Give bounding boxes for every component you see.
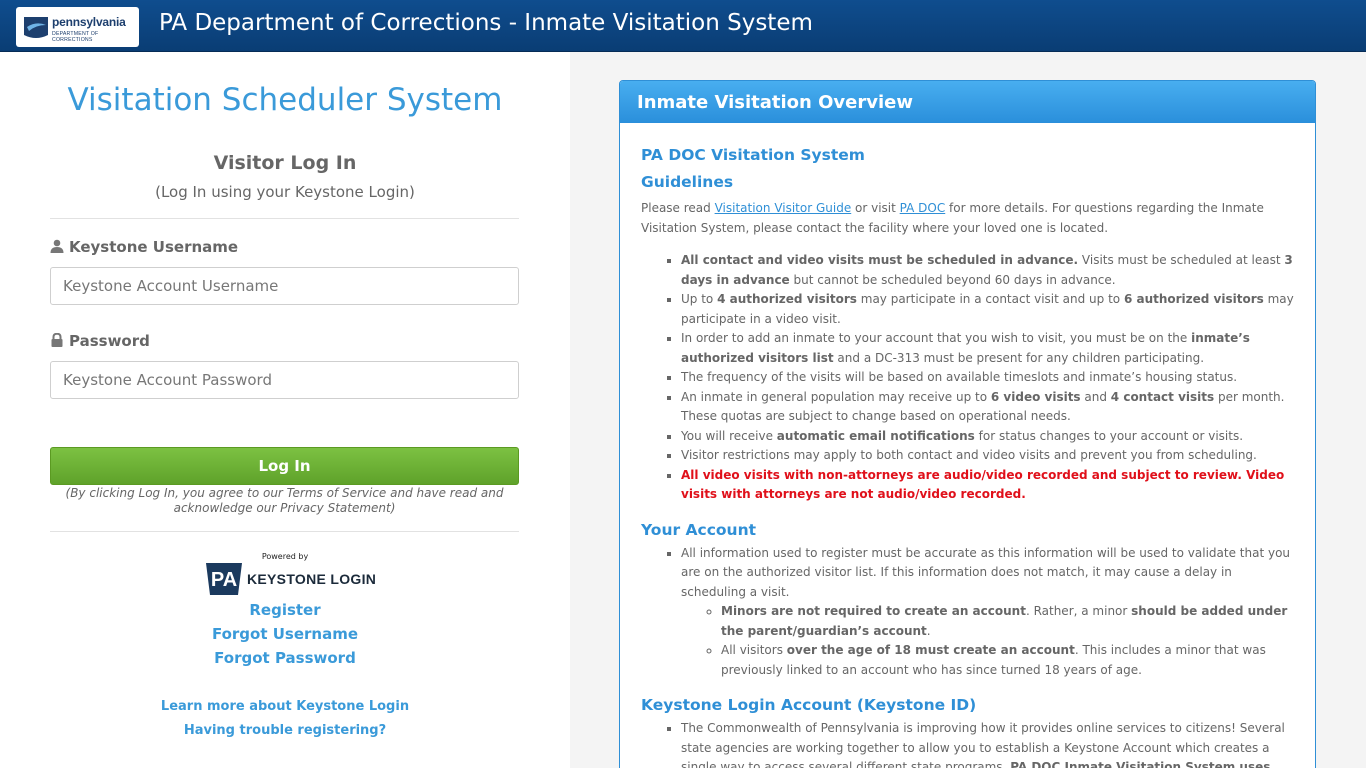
list-item: You will receive automatic email notific… <box>681 427 1295 447</box>
pennsylvania-keystone-icon <box>24 17 48 38</box>
divider <box>50 531 519 532</box>
list-item: In order to add an inmate to your accoun… <box>681 329 1295 368</box>
lock-icon <box>51 333 63 347</box>
list-item: An inmate in general population may rece… <box>681 388 1295 427</box>
password-input[interactable] <box>50 361 519 399</box>
guidelines-list: All contact and video visits must be sch… <box>641 251 1295 505</box>
top-navbar: pennsylvania DEPARTMENT OF CORRECTIONS P… <box>0 0 1366 52</box>
list-item: All information used to register must be… <box>681 544 1295 681</box>
list-item: Minors are not required to create an acc… <box>721 602 1295 641</box>
login-column: Visitation Scheduler System Visitor Log … <box>0 52 570 768</box>
intro-paragraph: Please read Visitation Visitor Guide or … <box>641 201 1264 235</box>
terms-notice: (By clicking Log In, you agree to our Te… <box>65 486 504 515</box>
overview-panel: Inmate Visitation Overview PA DOC Visita… <box>619 80 1316 768</box>
list-item: All contact and video visits must be sch… <box>681 251 1295 290</box>
list-item: All visitors over the age of 18 must cre… <box>721 641 1295 680</box>
app-title: PA Department of Corrections - Inmate Vi… <box>159 10 813 36</box>
username-label: Keystone Username <box>50 238 238 256</box>
pennsylvania-logo[interactable]: pennsylvania DEPARTMENT OF CORRECTIONS <box>16 7 139 47</box>
logo-text: pennsylvania <box>52 15 126 29</box>
overview-content: PA DOC Visitation System Guidelines Plea… <box>620 123 1315 768</box>
divider <box>50 218 519 219</box>
keystone-heading: Keystone Login Account (Keystone ID) <box>641 696 977 714</box>
forgot-password-link[interactable]: Forgot Password <box>0 649 570 667</box>
keystone-list: The Commonwealth of Pennsylvania is impr… <box>641 719 1295 768</box>
logo-subtext: DEPARTMENT OF CORRECTIONS <box>52 31 99 43</box>
password-label: Password <box>50 332 150 350</box>
login-subheading: (Log In using your Keystone Login) <box>155 183 415 201</box>
login-button[interactable]: Log In <box>50 447 519 485</box>
guidelines-heading: Guidelines <box>641 173 734 191</box>
login-heading: Visitor Log In <box>213 152 357 174</box>
forgot-username-link[interactable]: Forgot Username <box>0 625 570 643</box>
list-item: The frequency of the visits will be base… <box>681 368 1295 388</box>
pa-doc-link[interactable]: PA DOC <box>900 201 946 215</box>
account-list: All information used to register must be… <box>641 544 1295 681</box>
account-sublist: Minors are not required to create an acc… <box>681 602 1295 680</box>
password-label-text: Password <box>69 332 150 350</box>
keystone-badge-text: PA <box>210 569 238 591</box>
account-heading: Your Account <box>641 520 757 539</box>
visitor-guide-link[interactable]: Visitation Visitor Guide <box>715 201 852 215</box>
username-input[interactable] <box>50 267 519 305</box>
panel-title: Inmate Visitation Overview <box>620 81 1315 123</box>
recording-warning: All video visits with non-attorneys are … <box>681 466 1295 505</box>
keystone-logo-text: KEYSTONE LOGIN <box>247 571 377 587</box>
trouble-registering-link[interactable]: Having trouble registering? <box>0 723 570 738</box>
list-item: Up to 4 authorized visitors may particip… <box>681 290 1295 329</box>
list-item: Visitor restrictions may apply to both c… <box>681 446 1295 466</box>
username-label-text: Keystone Username <box>69 238 239 256</box>
system-heading: PA DOC Visitation System <box>641 146 865 164</box>
learn-more-keystone-link[interactable]: Learn more about Keystone Login <box>0 699 570 714</box>
register-link[interactable]: Register <box>0 601 570 619</box>
page-title: Visitation Scheduler System <box>67 82 503 118</box>
list-item: The Commonwealth of Pennsylvania is impr… <box>681 719 1295 768</box>
powered-by-text: Powered by <box>261 552 309 561</box>
user-icon <box>50 239 64 253</box>
keystone-login-logo: PA KEYSTONE LOGIN <box>205 561 376 597</box>
